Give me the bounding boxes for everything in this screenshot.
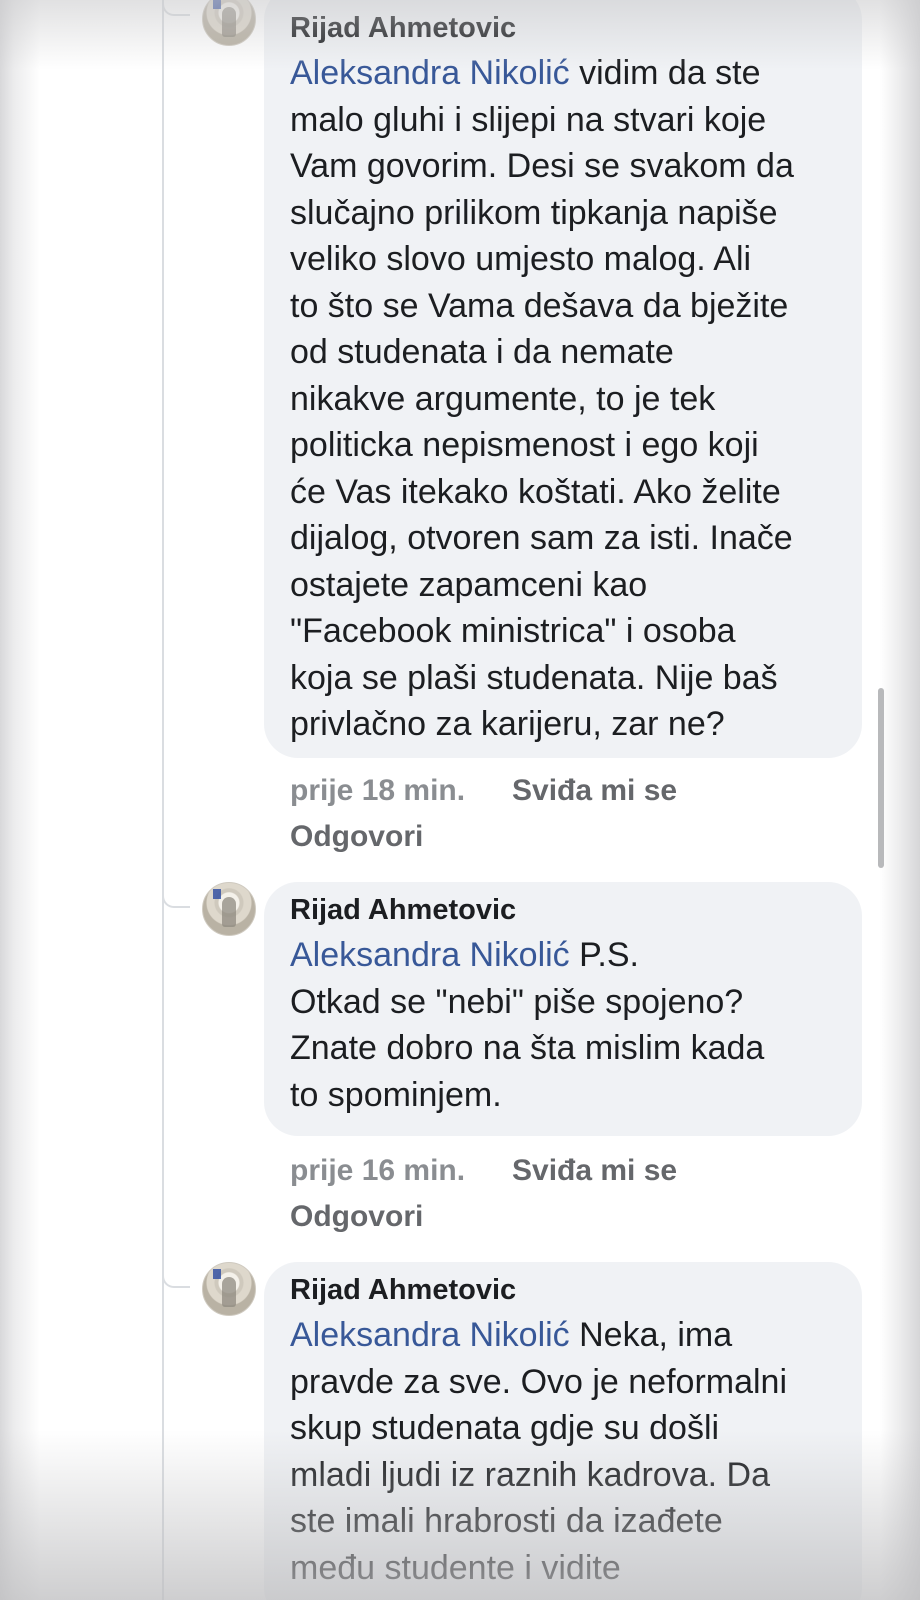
comment-author[interactable]: Rijad Ahmetovic [290, 1262, 838, 1312]
comment-author[interactable]: Rijad Ahmetovic [290, 0, 838, 50]
comment-body: Neka, ima pravde za sve. Ovo je neformal… [290, 1316, 788, 1587]
reply-connector [162, 892, 190, 908]
comment-time[interactable]: prije 16 min. [290, 1154, 465, 1187]
mention-link[interactable]: Aleksandra Nikolić [290, 936, 570, 974]
scrollbar[interactable] [878, 688, 884, 868]
thread-line [162, 0, 164, 1600]
reply-button[interactable]: Odgovori [290, 1194, 465, 1240]
reply-button[interactable]: Odgovori [290, 814, 465, 860]
reply-connector [162, 1272, 190, 1288]
mention-link[interactable]: Aleksandra Nikolić [290, 1316, 570, 1354]
comment-bubble: Rijad Ahmetovic Aleksandra Nikolić Neka,… [264, 1262, 862, 1600]
comment-body: vidim da ste malo gluhi i slijepi na stv… [290, 54, 794, 743]
comment-text: Aleksandra Nikolić vidim da ste malo glu… [290, 50, 838, 748]
reply-connector [162, 0, 190, 16]
avatar[interactable] [202, 882, 256, 936]
comment-actions: prije 16 min. Sviđa mi se Odgovori [290, 1148, 677, 1240]
comment-actions: prije 18 min. Sviđa mi se Odgovori [290, 768, 677, 860]
comment-bubble: Rijad Ahmetovic Aleksandra Nikolić vidim… [264, 0, 862, 758]
comment-text: Aleksandra Nikolić Neka, ima pravde za s… [290, 1312, 838, 1591]
like-button[interactable]: Sviđa mi se [512, 1148, 677, 1194]
like-button[interactable]: Sviđa mi se [512, 768, 677, 814]
avatar[interactable] [202, 1262, 256, 1316]
comment-author[interactable]: Rijad Ahmetovic [290, 882, 838, 932]
avatar[interactable] [202, 0, 256, 46]
comment-thread-screen: Rijad Ahmetovic Aleksandra Nikolić vidim… [0, 0, 920, 1600]
comment-time[interactable]: prije 18 min. [290, 774, 465, 807]
comment-text: Aleksandra Nikolić P.S. Otkad se "nebi" … [290, 932, 838, 1118]
comment-bubble: Rijad Ahmetovic Aleksandra Nikolić P.S. … [264, 882, 862, 1136]
mention-link[interactable]: Aleksandra Nikolić [290, 54, 570, 92]
